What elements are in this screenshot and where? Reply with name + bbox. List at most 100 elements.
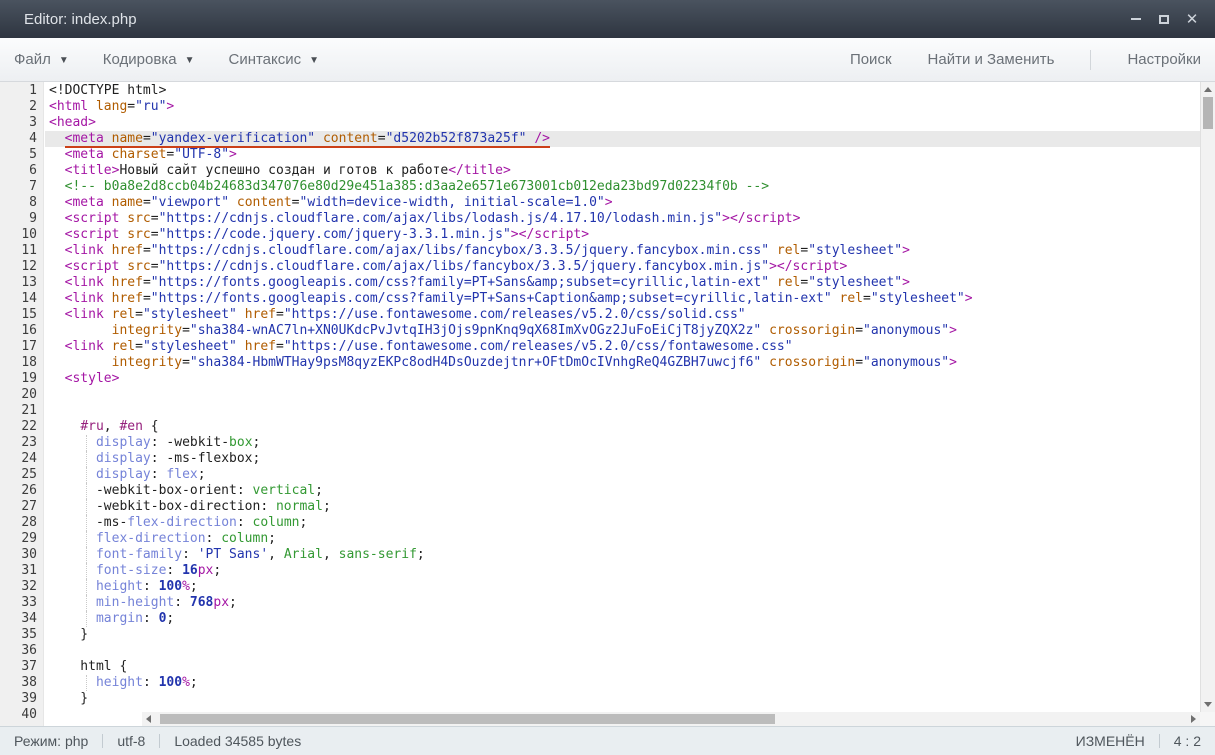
code-line-9: <script src="https://cdnjs.cloudflare.co… [49, 211, 1200, 227]
code-line-38: height: 100%; [49, 675, 1200, 691]
code-line-16: integrity="sha384-wnAC7ln+XN0UKdcPvJvtqI… [49, 323, 1200, 339]
window-controls: ✕ [1125, 8, 1203, 30]
code-line-33: min-height: 768px; [49, 595, 1200, 611]
line-number: 18 [0, 355, 37, 371]
code-line-5: <meta charset="UTF-8"> [49, 147, 1200, 163]
status-separator [159, 734, 160, 748]
menu-item-файл[interactable]: Файл▼ [14, 51, 69, 68]
menu-item-настройки[interactable]: Настройки [1127, 51, 1201, 68]
status-loaded-bytes: Loaded 34585 bytes [174, 733, 301, 749]
horizontal-scrollbar[interactable] [142, 712, 1200, 726]
line-number: 4 [0, 131, 37, 147]
line-number: 3 [0, 115, 37, 131]
line-number: 21 [0, 403, 37, 419]
line-number: 17 [0, 339, 37, 355]
code-line-1: <!DOCTYPE html> [49, 83, 1200, 99]
minimize-icon [1131, 18, 1141, 20]
menu-item-label: Найти и Заменить [928, 51, 1055, 68]
scroll-down-icon[interactable] [1204, 702, 1212, 707]
menu-item-label: Файл [14, 51, 51, 68]
line-number: 14 [0, 291, 37, 307]
line-number: 11 [0, 243, 37, 259]
code-line-28: -ms-flex-direction: column; [49, 515, 1200, 531]
code-line-26: -webkit-box-orient: vertical; [49, 483, 1200, 499]
code-line-34: margin: 0; [49, 611, 1200, 627]
menu-separator [1090, 50, 1091, 70]
code-line-12: <script src="https://cdnjs.cloudflare.co… [49, 259, 1200, 275]
minimize-button[interactable] [1125, 8, 1147, 30]
code-line-19: <style> [49, 371, 1200, 387]
code-line-17: <link rel="stylesheet" href="https://use… [49, 339, 1200, 355]
code-line-6: <title>Новый сайт успешно создан и готов… [49, 163, 1200, 179]
code-line-7: <!-- b0a8e2d8ccb04b24683d347076e80d29e45… [49, 179, 1200, 195]
menu-right: Поиск Найти и Заменить Настройки [850, 50, 1201, 70]
line-number: 6 [0, 163, 37, 179]
line-number: 39 [0, 691, 37, 707]
scroll-right-icon[interactable] [1191, 715, 1196, 723]
line-number: 16 [0, 323, 37, 339]
menu-item-поиск[interactable]: Поиск [850, 51, 892, 68]
line-number: 36 [0, 643, 37, 659]
code-line-37: html { [49, 659, 1200, 675]
status-encoding: utf-8 [117, 733, 145, 749]
line-number: 5 [0, 147, 37, 163]
code-line-32: height: 100%; [49, 579, 1200, 595]
menu-item-label: Кодировка [103, 51, 177, 68]
window-title: Editor: index.php [24, 11, 1125, 28]
code-line-30: font-family: 'PT Sans', Arial, sans-seri… [49, 547, 1200, 563]
line-number: 38 [0, 675, 37, 691]
code-line-15: <link rel="stylesheet" href="https://use… [49, 307, 1200, 323]
chevron-down-icon: ▼ [185, 55, 195, 66]
menu-item-синтаксис[interactable]: Синтаксис ▼ [228, 51, 319, 68]
line-number: 2 [0, 99, 37, 115]
line-number: 22 [0, 419, 37, 435]
line-number: 29 [0, 531, 37, 547]
code-line-21 [49, 403, 1200, 419]
chevron-down-icon: ▼ [309, 55, 319, 66]
line-number: 40 [0, 707, 37, 723]
status-left: Режим: php utf-8 Loaded 34585 bytes [14, 733, 1076, 749]
line-number: 26 [0, 483, 37, 499]
status-separator [1159, 734, 1160, 748]
vertical-scrollbar[interactable] [1200, 82, 1215, 712]
line-number: 10 [0, 227, 37, 243]
scroll-left-icon[interactable] [146, 715, 151, 723]
code-line-10: <script src="https://code.jquery.com/jqu… [49, 227, 1200, 243]
scroll-up-icon[interactable] [1204, 87, 1212, 92]
code-line-8: <meta name="viewport" content="width=dev… [49, 195, 1200, 211]
menubar: Файл▼ Кодировка ▼ Синтаксис ▼ Поиск Найти и З… [0, 38, 1215, 82]
line-number: 20 [0, 387, 37, 403]
line-number: 32 [0, 579, 37, 595]
line-number: 34 [0, 611, 37, 627]
line-number: 23 [0, 435, 37, 451]
menu-item-label: Поиск [850, 51, 892, 68]
close-icon: ✕ [1186, 12, 1199, 27]
vertical-scrollbar-thumb[interactable] [1203, 97, 1213, 129]
code-line-4: <meta name="yandex-verification" content… [45, 131, 1200, 147]
menu-item-найти-и-заменить[interactable]: Найти и Заменить [928, 51, 1055, 68]
line-number: 7 [0, 179, 37, 195]
code-area[interactable]: <!DOCTYPE html><html lang="ru"><head> <m… [45, 82, 1200, 712]
horizontal-scrollbar-thumb[interactable] [160, 714, 775, 724]
code-line-20 [49, 387, 1200, 403]
menu-item-label: Синтаксис [228, 51, 301, 68]
code-line-11: <link href="https://cdnjs.cloudflare.com… [49, 243, 1200, 259]
editor: 1234567891011121314151617181920212223242… [0, 82, 1215, 726]
code-line-36 [49, 643, 1200, 659]
status-modified-badge: ИЗМЕНЁН [1076, 733, 1145, 749]
menu-left: Файл▼ Кодировка ▼ Синтаксис ▼ [14, 51, 319, 68]
line-number: 12 [0, 259, 37, 275]
code-line-18: integrity="sha384-HbmWTHay9psM8qyzEKPc8o… [49, 355, 1200, 371]
status-cursor-position: 4 : 2 [1174, 733, 1201, 749]
line-number-gutter: 1234567891011121314151617181920212223242… [0, 82, 44, 726]
status-right: ИЗМЕНЁН 4 : 2 [1076, 733, 1201, 749]
code-line-14: <link href="https://fonts.googleapis.com… [49, 291, 1200, 307]
maximize-button[interactable] [1153, 8, 1175, 30]
close-button[interactable]: ✕ [1181, 8, 1203, 30]
code-line-2: <html lang="ru"> [49, 99, 1200, 115]
code-line-39: } [49, 691, 1200, 707]
titlebar: Editor: index.php ✕ [0, 0, 1215, 38]
menu-item-кодировка[interactable]: Кодировка ▼ [103, 51, 195, 68]
code-line-24: display: -ms-flexbox; [49, 451, 1200, 467]
code-line-25: display: flex; [49, 467, 1200, 483]
